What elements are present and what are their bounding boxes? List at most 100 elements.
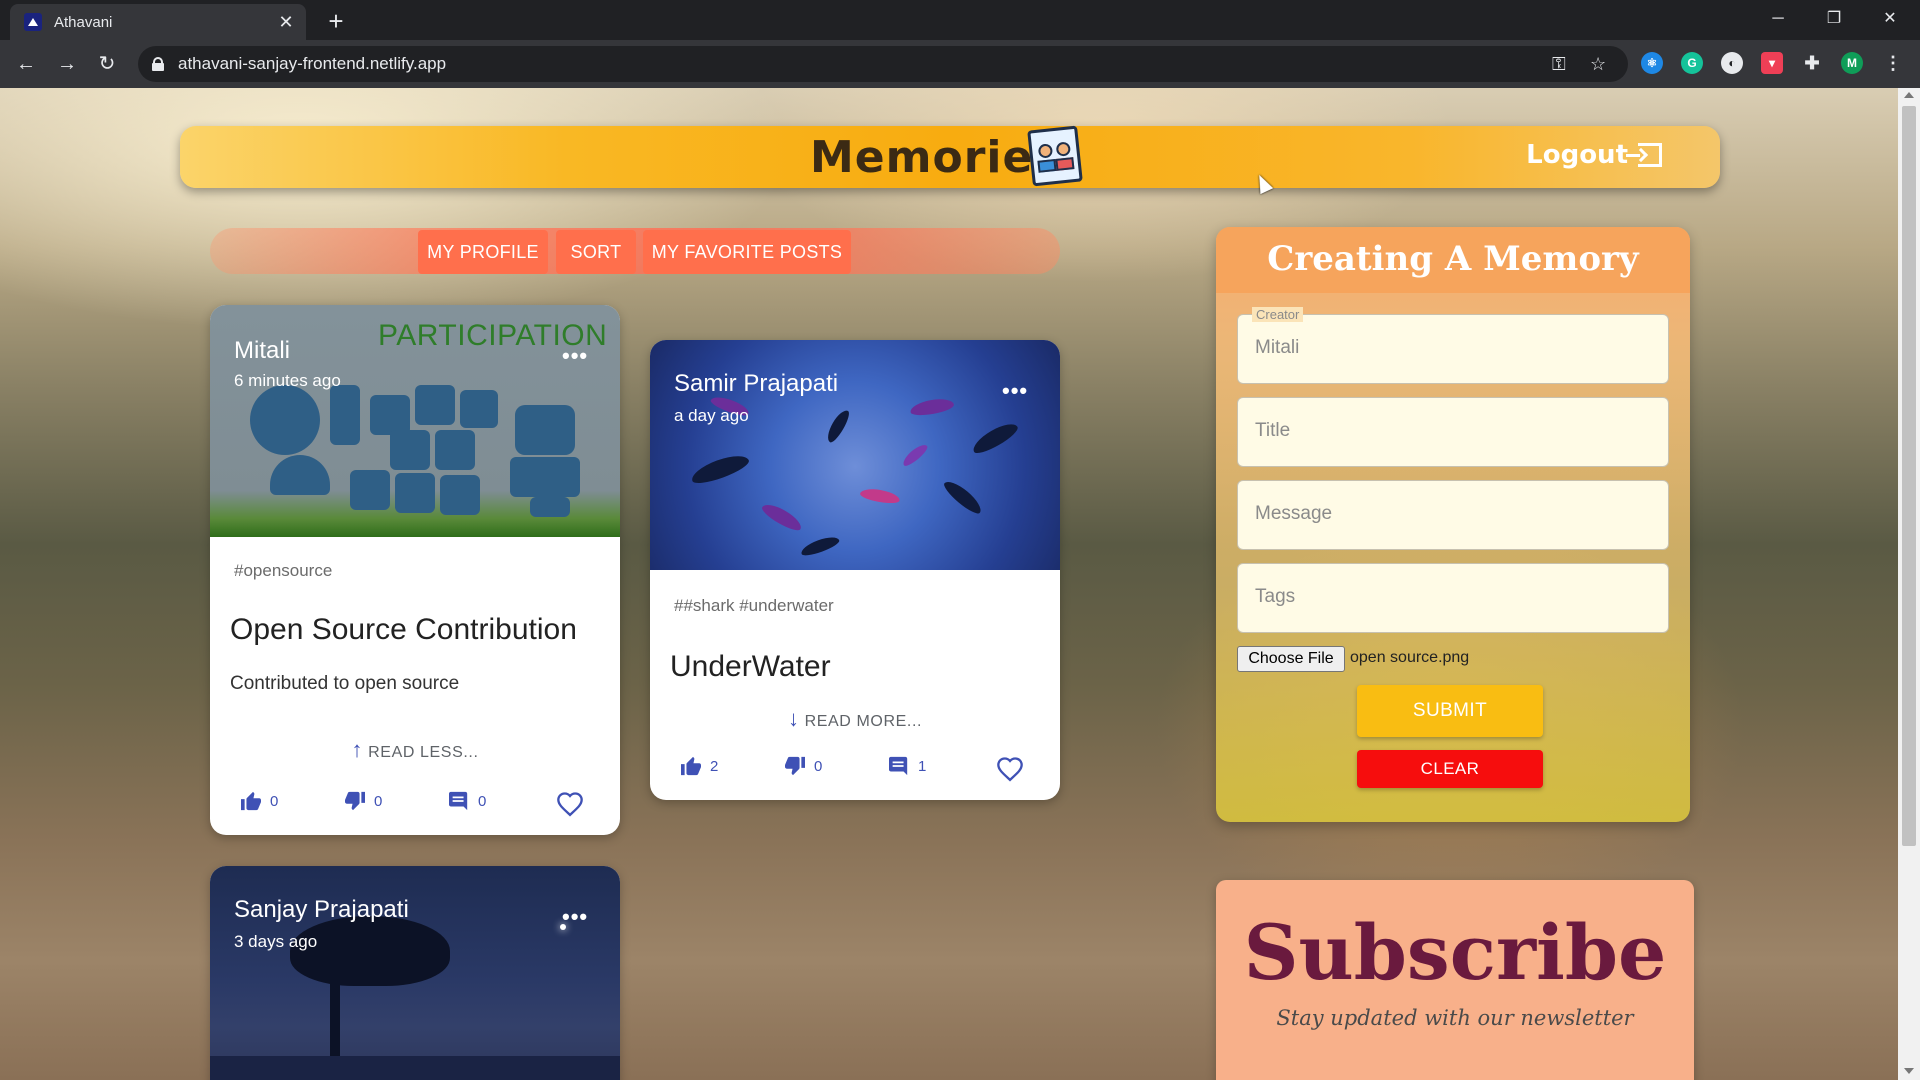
message-field[interactable]: Message [1237,480,1669,550]
comment-button[interactable]: 0 [448,791,486,811]
choose-file-button[interactable]: Choose File [1237,646,1345,672]
subscribe-panel: Subscribe Stay updated with our newslett… [1216,880,1694,1080]
dislike-button[interactable]: 0 [344,791,382,811]
extensions-puzzle-icon[interactable]: ✚ [1801,52,1823,74]
scroll-up-icon[interactable] [1904,92,1914,98]
forward-arrow-icon[interactable]: → [53,50,81,78]
dislike-count: 0 [374,792,383,810]
key-icon[interactable]: ⚿ [1552,54,1566,75]
close-window-icon[interactable]: ✕ [1862,0,1918,40]
page-viewport: Memories Logout MY PROFILE SORT MY FAVOR… [0,88,1898,1080]
bookmark-star-icon[interactable]: ☆ [1590,54,1606,75]
like-count: 0 [270,792,279,810]
title-placeholder: Title [1255,420,1291,441]
comment-count: 0 [478,792,487,810]
post-time: 3 days ago [234,932,318,951]
scroll-down-icon[interactable] [1904,1068,1914,1074]
post-card: PARTICIPATION Mitali 6 minutes ago ••• #… [210,305,620,835]
creator-label: Creator [1252,307,1304,322]
post-message: Contributed to open source [230,673,460,694]
post-actions: 2 0 1 [650,756,1060,786]
message-placeholder: Message [1255,503,1333,524]
post-title: Open Source Contribution [230,613,577,646]
dislike-button[interactable]: 0 [784,756,822,776]
post-tags: ##shark #underwater [674,596,834,615]
thumb-up-icon [681,756,701,776]
dislike-count: 0 [814,757,823,775]
new-tab-button[interactable]: + [320,6,352,38]
favorite-heart-icon[interactable] [556,791,584,817]
read-toggle-label: READ MORE... [804,713,923,730]
scrollbar-thumb[interactable] [1902,106,1916,846]
creator-field[interactable]: Creator Mitali [1237,307,1669,384]
like-button[interactable]: 2 [680,756,718,776]
post-time: 6 minutes ago [234,371,341,390]
comment-button[interactable]: 1 [888,756,926,776]
title-field[interactable]: Title [1237,397,1669,467]
thumb-down-icon [785,756,805,776]
tab-close-icon[interactable]: ✕ [276,12,296,33]
my-profile-button[interactable]: MY PROFILE [418,230,548,274]
address-bar[interactable]: athavani-sanjay-frontend.netlify.app ⚿ ☆ [138,46,1628,82]
logout-label: Logout [1526,140,1628,170]
arrow-up-icon: ↑ [351,737,364,762]
profile-avatar[interactable]: M [1841,52,1863,74]
dark-reader-extension-icon[interactable]: ◐ [1721,52,1743,74]
favorite-posts-button[interactable]: MY FAVORITE POSTS [643,230,851,274]
memories-logo-icon [1027,125,1083,187]
comment-count: 1 [918,757,927,775]
form-title: Creating A Memory [1267,239,1639,279]
submit-button[interactable]: SUBMIT [1357,685,1543,737]
logout-icon [1626,143,1662,167]
like-count: 2 [710,757,719,775]
favorite-heart-icon[interactable] [996,756,1024,782]
post-card: Samir Prajapati a day ago ••• ##shark #u… [650,340,1060,800]
grammarly-extension-icon[interactable]: G [1681,52,1703,74]
more-options-icon[interactable]: ••• [562,343,588,369]
restore-icon[interactable]: ❐ [1806,0,1862,40]
lock-icon [152,57,164,71]
arrow-down-icon: ↓ [787,706,800,731]
browser-toolbar: ← → ↻ athavani-sanjay-frontend.netlify.a… [0,40,1920,88]
post-actions: 0 0 0 [210,791,620,821]
back-arrow-icon[interactable]: ← [12,50,40,78]
browser-menu-icon[interactable]: ⋮ [1882,52,1904,74]
browser-tab[interactable]: Athavani ✕ [10,4,306,40]
logout-button[interactable]: Logout [1526,140,1662,170]
read-less-button[interactable]: ↑ READ LESS... [210,737,620,763]
sort-button[interactable]: SORT [556,230,636,274]
page-scrollbar[interactable] [1898,88,1920,1080]
thumb-down-icon [345,791,365,811]
site-favicon-icon [24,13,42,31]
more-options-icon[interactable]: ••• [562,904,588,930]
tags-placeholder: Tags [1255,586,1296,607]
post-author: Sanjay Prajapati [234,896,409,923]
reload-icon[interactable]: ↻ [93,50,121,78]
post-author: Mitali [234,337,291,364]
comment-icon [889,756,908,776]
subscribe-title: Subscribe [1243,908,1667,997]
tags-field[interactable]: Tags [1237,563,1669,633]
post-author: Samir Prajapati [674,370,839,397]
subscribe-tagline: Stay updated with our newsletter [1276,1006,1634,1030]
brand-title: Memories [810,132,1061,183]
pocket-extension-icon[interactable]: ▾ [1761,52,1783,74]
browser-tabbar: Athavani ✕ + ─ ❐ ✕ [0,0,1920,40]
more-options-icon[interactable]: ••• [1002,378,1028,404]
read-more-button[interactable]: ↓ READ MORE... [650,706,1060,732]
tab-title: Athavani [54,13,113,31]
creator-value: Mitali [1255,337,1300,358]
like-button[interactable]: 0 [240,791,278,811]
read-toggle-label: READ LESS... [368,744,479,761]
post-card: Sanjay Prajapati 3 days ago ••• [210,866,620,1080]
minimize-icon[interactable]: ─ [1750,0,1806,40]
post-time: a day ago [674,406,749,425]
file-name: open source.png [1350,649,1470,666]
post-tags: #opensource [234,561,333,580]
react-devtools-extension-icon[interactable]: ⚛ [1641,52,1663,74]
app-header: Memories Logout [180,125,1720,188]
address-url: athavani-sanjay-frontend.netlify.app [178,54,447,73]
thumb-up-icon [241,791,261,811]
clear-button[interactable]: CLEAR [1357,750,1543,788]
post-title: UnderWater [670,650,831,683]
